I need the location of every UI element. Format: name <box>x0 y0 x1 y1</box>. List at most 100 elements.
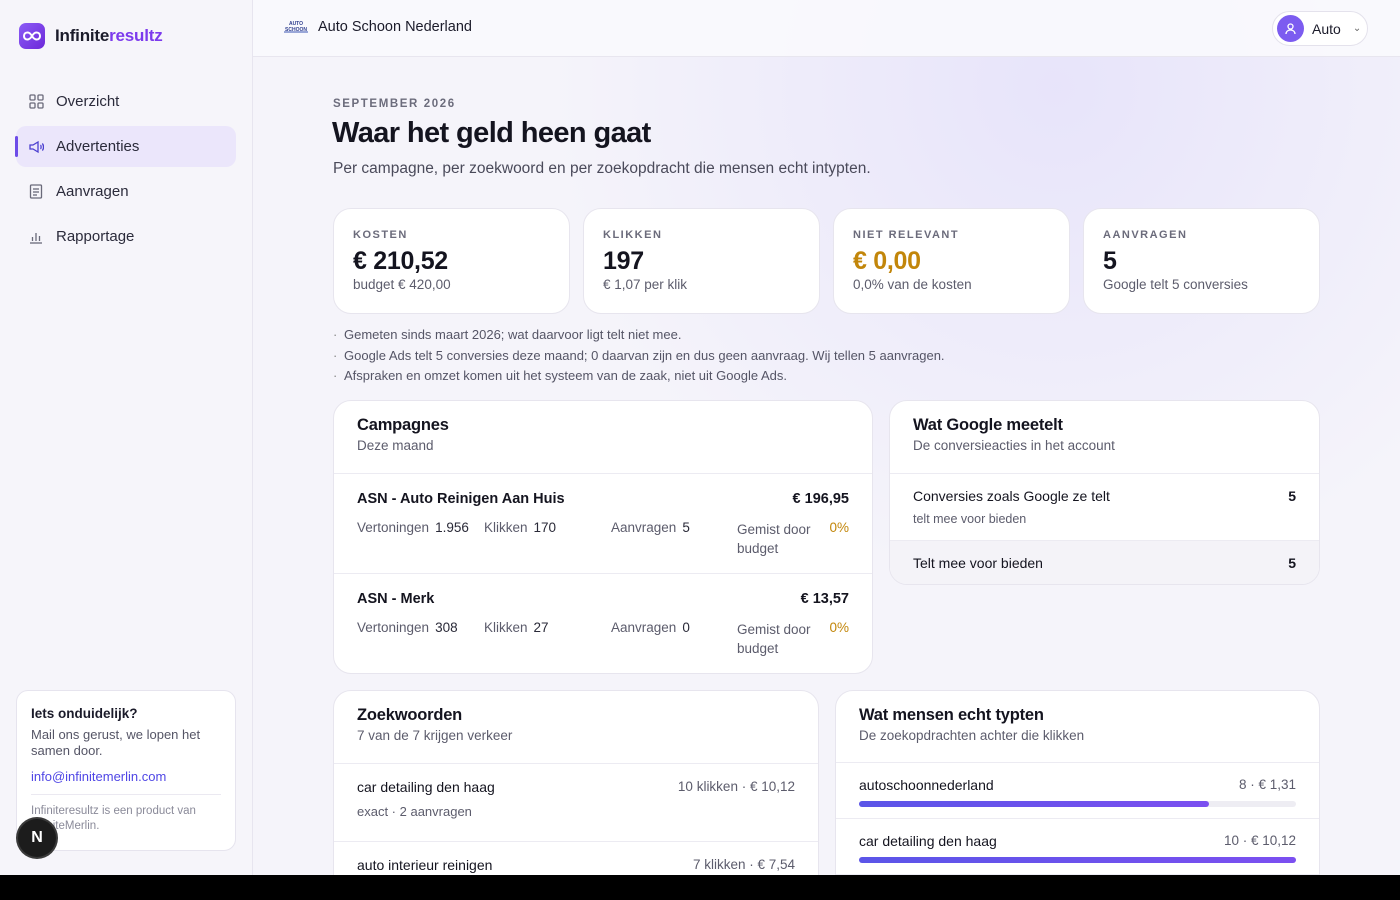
client-logo: AUTO SCHOON <box>284 21 308 33</box>
campaign-cost: € 13,57 <box>800 591 849 607</box>
stat-sub: € 1,07 per klik <box>603 277 688 292</box>
conversion-value: 5 <box>1288 488 1296 504</box>
sidebar-item-label: Advertenties <box>56 138 140 155</box>
query-share-fill <box>859 857 1296 863</box>
card-subtitle: De conversieacties in het account <box>913 438 1115 453</box>
card-title: Campagnes <box>357 416 449 434</box>
campaign-cost: € 196,95 <box>792 491 849 507</box>
user-menu-button[interactable]: Auto ⌄ <box>1272 11 1368 46</box>
conversion-sub: telt mee voor bieden <box>913 512 1027 526</box>
card-header: Zoekwoorden 7 van de 7 krijgen verkeer <box>334 691 818 764</box>
stat-card-kosten: KOSTEN € 210,52 budget € 420,00 <box>333 208 570 314</box>
card-header: Campagnes Deze maand <box>334 401 872 474</box>
metric-missed-label: Gemist door budget <box>737 522 811 556</box>
stat-label: NIET RELEVANT <box>853 229 960 241</box>
grid-icon <box>28 94 44 110</box>
app-viewport: Infiniteresultz Overzicht Advertenties A… <box>0 0 1400 875</box>
bar-chart-icon <box>28 229 44 245</box>
help-title: Iets onduidelijk? <box>31 706 138 721</box>
page-subtitle: Per campagne, per zoekwoord en per zoeko… <box>333 160 871 177</box>
keyword-name: car detailing den haag <box>357 779 495 795</box>
campaign-name: ASN - Auto Reinigen Aan Huis <box>357 491 565 507</box>
help-footer: Infiniteresultz is een product van Infin… <box>31 805 196 832</box>
help-email-link[interactable]: info@infinitemerlin.com <box>31 769 221 784</box>
query-text: car detailing den haag <box>859 833 997 849</box>
card-title: Wat Google meetelt <box>913 416 1063 434</box>
keywords-card: Zoekwoorden 7 van de 7 krijgen verkeer c… <box>333 690 819 875</box>
avatar-letter-button[interactable]: N <box>18 819 56 857</box>
keyword-name: auto interieur reinigen <box>357 857 493 873</box>
sidebar-item-overzicht[interactable]: Overzicht <box>16 81 236 122</box>
metric-missed-label: Gemist door budget <box>737 622 811 656</box>
query-share-bar <box>859 801 1296 807</box>
metric-impressions: Vertoningen 1.956 <box>357 520 469 535</box>
period-label: SEPTEMBER 2026 <box>333 98 456 110</box>
conversion-label: Conversies zoals Google ze telt <box>913 488 1110 504</box>
sidebar-item-aanvragen[interactable]: Aanvragen <box>16 171 236 212</box>
google-conversions-card: Wat Google meetelt De conversieacties in… <box>889 400 1320 585</box>
brand[interactable]: Infiniteresultz <box>19 23 163 49</box>
campaigns-card: Campagnes Deze maand ASN - Auto Reinigen… <box>333 400 873 674</box>
campaign-name: ASN - Merk <box>357 591 435 607</box>
query-row[interactable]: car detailing den haag 10 · € 10,12 <box>836 819 1319 875</box>
infinity-logo-icon <box>19 23 45 49</box>
sidebar-item-rapportage[interactable]: Rapportage <box>16 216 236 257</box>
chevron-down-icon: ⌄ <box>1352 23 1362 34</box>
keyword-stat: 10 klikken · € 10,12 <box>677 779 795 794</box>
card-header: Wat mensen echt typten De zoekopdrachten… <box>836 691 1319 763</box>
note-item: Afspraken en omzet komen uit het systeem… <box>333 366 945 387</box>
metric-missed-value: 0% <box>829 620 849 635</box>
stat-label: AANVRAGEN <box>1103 229 1188 241</box>
form-icon <box>28 184 44 200</box>
conversion-label: Telt mee voor bieden <box>913 555 1043 571</box>
stat-value: € 0,00 <box>853 247 921 275</box>
campaign-row[interactable]: ASN - Auto Reinigen Aan Huis € 196,95 Ve… <box>334 474 872 574</box>
conversion-value: 5 <box>1288 555 1296 571</box>
card-title: Wat mensen echt typten <box>859 706 1044 724</box>
stat-value: € 210,52 <box>353 247 448 275</box>
stat-label: KOSTEN <box>353 229 408 241</box>
stat-card-aanvragen: AANVRAGEN 5 Google telt 5 conversies <box>1083 208 1320 314</box>
sidebar-item-advertenties[interactable]: Advertenties <box>15 126 236 167</box>
megaphone-icon <box>28 139 44 155</box>
sidebar: Infiniteresultz Overzicht Advertenties A… <box>0 0 253 875</box>
query-stat: 10 · € 10,12 <box>1223 833 1296 848</box>
query-share-fill <box>859 801 1209 807</box>
stat-card-niet-relevant: NIET RELEVANT € 0,00 0,0% van de kosten <box>833 208 1070 314</box>
stat-sub: Google telt 5 conversies <box>1103 277 1248 292</box>
stat-card-klikken: KLIKKEN 197 € 1,07 per klik <box>583 208 820 314</box>
query-stat: 8 · € 1,31 <box>1238 777 1296 792</box>
card-header: Wat Google meetelt De conversieacties in… <box>890 401 1319 474</box>
notes-list: Gemeten sinds maart 2026; wat daarvoor l… <box>333 325 945 387</box>
campaign-row[interactable]: ASN - Merk € 13,57 Vertoningen 308 Klikke… <box>334 574 872 673</box>
query-row[interactable]: autoschoonnederland 8 · € 1,31 <box>836 763 1319 819</box>
sidebar-item-label: Rapportage <box>56 228 135 245</box>
conversion-total-row: Telt mee voor bieden 5 <box>890 541 1319 584</box>
stat-sub: 0,0% van de kosten <box>853 277 972 292</box>
page-title: Waar het geld heen gaat <box>332 117 651 149</box>
note-item: Google Ads telt 5 conversies deze maand;… <box>333 346 945 367</box>
query-share-bar <box>859 857 1296 863</box>
metric-requests: Aanvragen 5 <box>611 520 690 535</box>
metric-clicks: Klikken 27 <box>484 620 549 635</box>
client-selector[interactable]: AUTO SCHOON Auto Schoon Nederland <box>284 19 472 35</box>
keyword-row[interactable]: auto interieur reinigen 7 klikken · € 7,… <box>334 842 818 875</box>
keyword-stat: 7 klikken · € 7,54 <box>692 857 795 872</box>
card-subtitle: De zoekopdrachten achter die klikken <box>859 728 1085 743</box>
sidebar-item-label: Aanvragen <box>56 183 129 200</box>
metric-missed-value: 0% <box>829 520 849 535</box>
card-title: Zoekwoorden <box>357 706 463 724</box>
topbar: AUTO SCHOON Auto Schoon Nederland Auto ⌄ <box>253 0 1400 57</box>
search-queries-card: Wat mensen echt typten De zoekopdrachten… <box>835 690 1320 875</box>
stat-label: KLIKKEN <box>603 229 663 241</box>
query-text: autoschoonnederland <box>859 777 994 793</box>
conversion-row: Conversies zoals Google ze telt telt mee… <box>890 474 1319 541</box>
card-subtitle: 7 van de 7 krijgen verkeer <box>357 728 513 743</box>
user-name: Auto <box>1312 20 1341 37</box>
keyword-row[interactable]: car detailing den haag exact · 2 aanvrag… <box>334 764 818 842</box>
metric-clicks: Klikken 170 <box>484 520 557 535</box>
stat-value: 5 <box>1103 247 1117 275</box>
brand-name: Infiniteresultz <box>55 26 163 45</box>
main-content: AUTO SCHOON Auto Schoon Nederland Auto ⌄… <box>253 0 1400 875</box>
divider <box>31 794 221 795</box>
